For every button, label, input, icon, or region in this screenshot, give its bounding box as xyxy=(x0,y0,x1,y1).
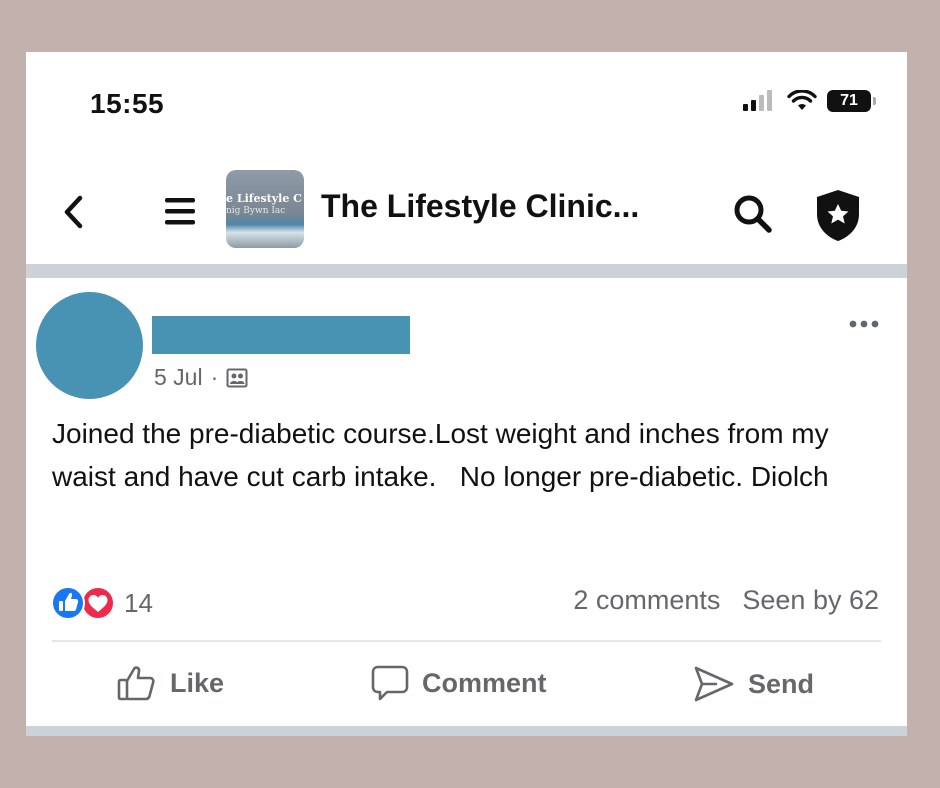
status-icons: 71 xyxy=(741,90,876,112)
bottom-divider xyxy=(26,726,907,736)
shield-star-icon[interactable] xyxy=(813,187,863,243)
post-actions: Like Comment Send xyxy=(26,664,907,710)
page-title[interactable]: The Lifestyle Clinic... xyxy=(321,188,639,225)
battery-icon: 71 xyxy=(827,90,876,112)
like-reaction-icon xyxy=(51,586,85,620)
comments-count[interactable]: 2 comments xyxy=(573,585,720,616)
author-avatar[interactable] xyxy=(36,292,143,399)
page-avatar-subtext: nig Bywn Iac xyxy=(226,206,286,216)
like-label: Like xyxy=(170,667,225,698)
post-meta: 5 Jul · xyxy=(154,364,248,391)
send-label: Send xyxy=(748,668,815,699)
reactions-summary[interactable]: 14 xyxy=(50,585,153,621)
page-header: e Lifestyle C nig Bywn Iac The Lifestyle… xyxy=(26,164,907,264)
page-avatar-text: e Lifestyle C xyxy=(226,192,302,205)
like-button[interactable]: Like xyxy=(116,664,224,702)
status-time: 15:55 xyxy=(90,88,165,119)
meta-separator: · xyxy=(210,364,219,390)
post-date[interactable]: 5 Jul xyxy=(154,364,203,391)
battery-level: 71 xyxy=(840,92,858,109)
wifi-icon xyxy=(787,90,817,110)
header-divider xyxy=(26,264,907,278)
search-icon[interactable] xyxy=(731,192,777,236)
menu-icon[interactable] xyxy=(162,192,198,230)
signal-icon xyxy=(743,90,772,111)
back-icon[interactable] xyxy=(60,194,86,230)
more-options-icon[interactable] xyxy=(845,314,885,334)
post-stats: 2 comments Seen by 62 xyxy=(573,585,879,616)
seen-by-count[interactable]: Seen by 62 xyxy=(742,585,879,616)
author-name-redacted[interactable] xyxy=(152,316,410,354)
page-avatar[interactable]: e Lifestyle C nig Bywn Iac xyxy=(226,170,304,248)
comment-icon xyxy=(371,665,409,701)
phone-screen: 15:55 71 e Lifestyle C nig Bywn Iac The … xyxy=(26,52,907,736)
send-button[interactable]: Send xyxy=(692,664,814,704)
reaction-count: 14 xyxy=(124,587,153,618)
members-privacy-icon xyxy=(226,368,248,387)
actions-divider xyxy=(52,640,881,642)
thumbs-up-icon xyxy=(117,666,155,701)
comment-label: Comment xyxy=(422,667,547,698)
send-icon xyxy=(694,666,734,702)
comment-button[interactable]: Comment xyxy=(370,664,547,702)
post-body: Joined the pre-diabetic course.Lost weig… xyxy=(52,418,837,492)
